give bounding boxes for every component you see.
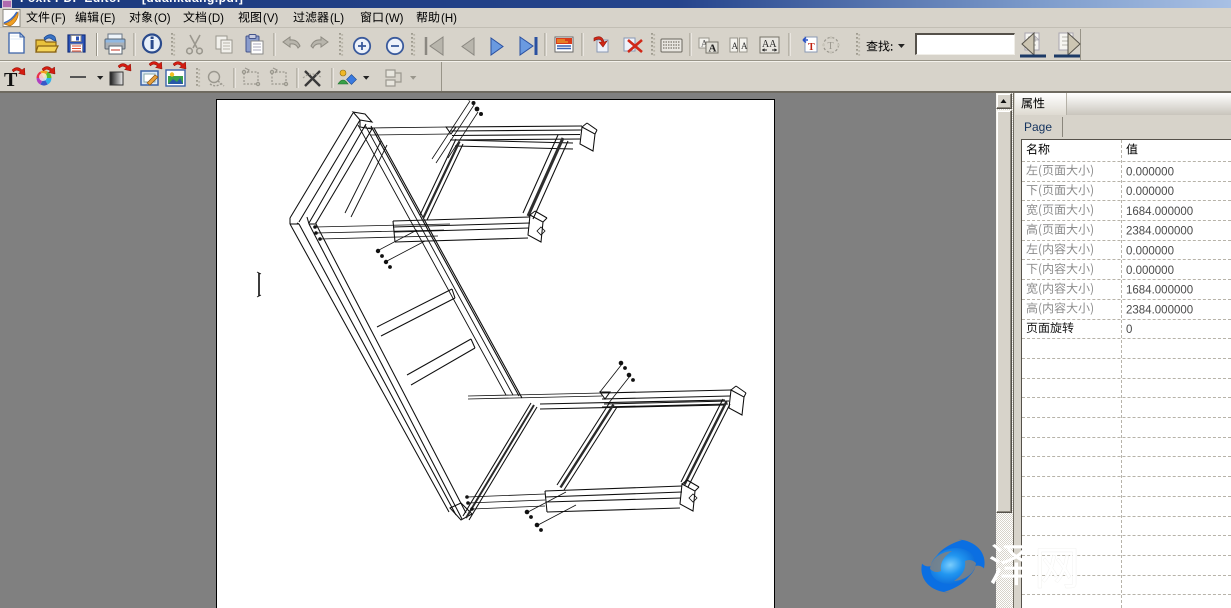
svg-text:T: T: [4, 69, 18, 91]
svg-text:(V): (V): [263, 13, 279, 25]
svg-text:(F): (F): [51, 13, 66, 25]
svg-text:1684.000000: 1684.000000: [1126, 206, 1193, 218]
svg-text:A: A: [741, 41, 748, 51]
svg-text:Page: Page: [1024, 120, 1052, 134]
svg-text:A: A: [732, 41, 739, 51]
svg-text:0: 0: [1126, 324, 1132, 336]
svg-text:(O): (O): [154, 13, 171, 25]
svg-text:(L): (L): [330, 13, 344, 25]
svg-text:T: T: [808, 42, 815, 53]
svg-text:0.000000: 0.000000: [1126, 167, 1174, 179]
svg-text:(D): (D): [208, 13, 224, 25]
svg-text:2384.000000: 2384.000000: [1126, 226, 1193, 238]
svg-text:2384.000000: 2384.000000: [1126, 304, 1193, 316]
svg-text:T: T: [828, 41, 834, 52]
svg-text:AA: AA: [762, 39, 777, 50]
svg-text:(E): (E): [100, 13, 116, 25]
svg-text:0.000000: 0.000000: [1126, 186, 1174, 198]
svg-text:0.000000: 0.000000: [1126, 265, 1174, 277]
svg-text:A: A: [709, 43, 717, 55]
svg-text:(W): (W): [385, 13, 404, 25]
svg-text:1684.000000: 1684.000000: [1126, 285, 1193, 297]
svg-text:0.000000: 0.000000: [1126, 245, 1174, 257]
svg-text:(H): (H): [441, 13, 457, 25]
